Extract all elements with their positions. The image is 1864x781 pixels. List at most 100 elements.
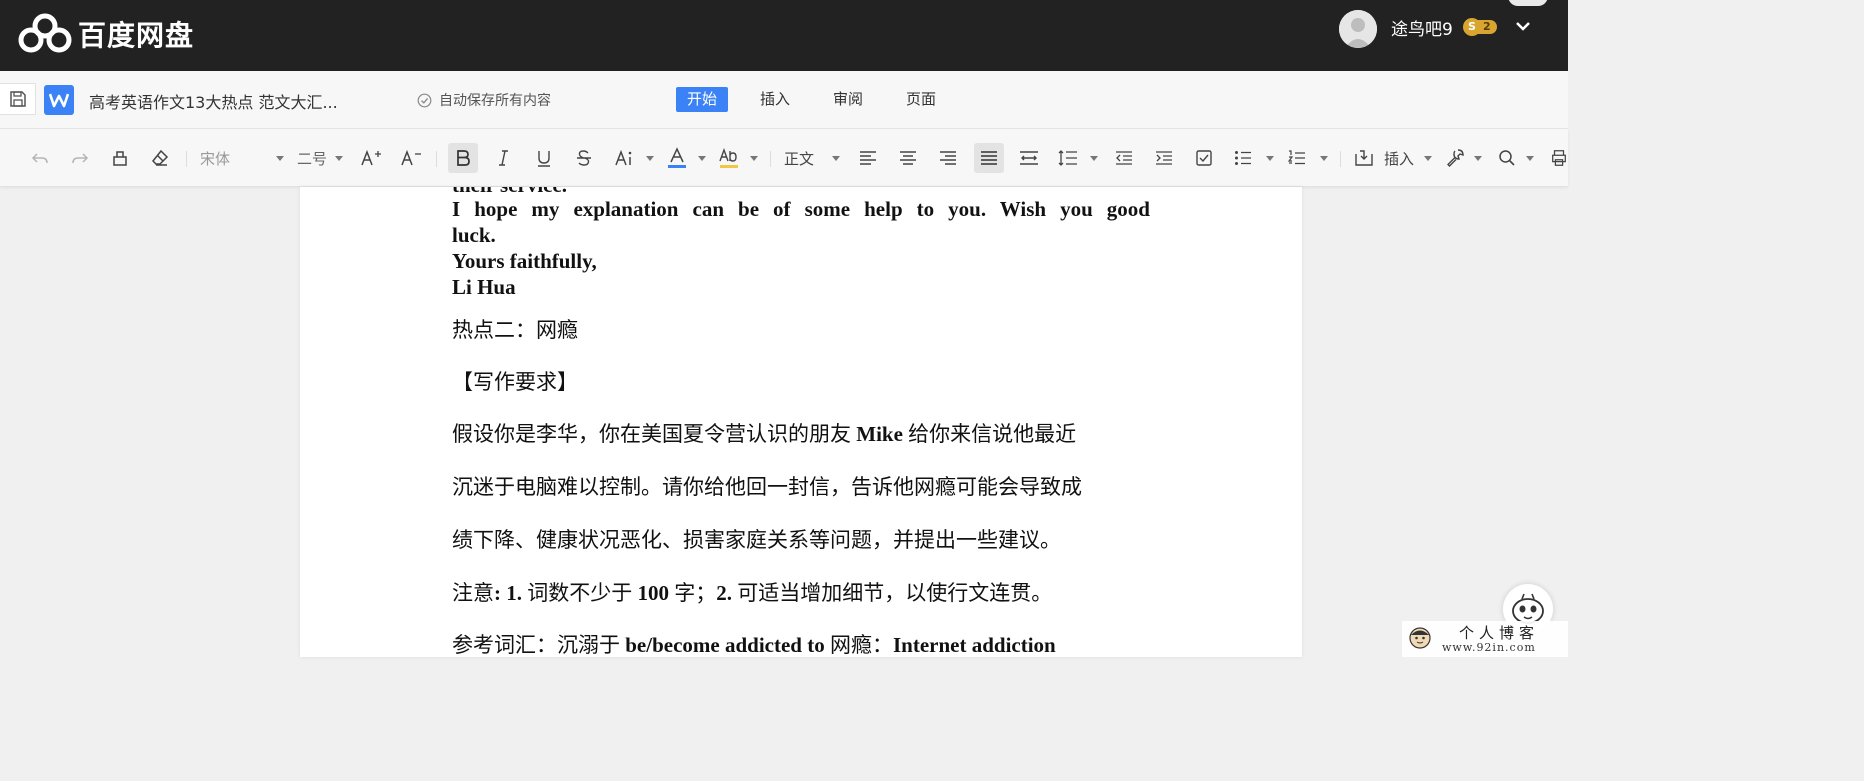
indent-icon [1156,151,1172,165]
justify-button[interactable] [974,143,1004,173]
username[interactable]: 途鸟吧9 [1391,15,1453,40]
text-span: 注意 [452,581,494,605]
checklist-button[interactable] [1192,143,1216,173]
caret-down-icon [335,155,343,161]
caret-down-icon [1320,155,1328,161]
font-increase-icon [361,149,381,166]
redo-button[interactable] [68,143,92,173]
outdent-icon [1116,151,1132,165]
italic-icon [499,150,508,166]
align-right-button[interactable] [936,143,960,173]
strikethrough-icon [577,150,591,166]
font-name-select[interactable]: 宋体 [200,143,284,173]
corner-decoration [1508,0,1548,6]
undo-button[interactable] [28,143,52,173]
text-line: Yours faithfully, [452,249,597,273]
word-doc-icon [44,85,74,115]
text-line: I hope my explanation can be of some hel… [452,197,1150,221]
decrease-indent-button[interactable] [1112,143,1136,173]
format-painter-button[interactable] [108,143,132,173]
font-color-icon [668,147,686,168]
tab-start[interactable]: 开始 [676,87,729,112]
paragraph-line: 沉迷于电脑难以控制。请你给他回一封信，告诉他网瘾可能会导致成 [452,475,1082,499]
paragraph-line: 绩下降、健康状况恶化、损害家庭关系等问题，并提出一些建议。 [452,528,1061,552]
print-button[interactable] [1550,143,1568,173]
bullet-list-select[interactable] [1234,143,1274,173]
search-select[interactable] [1498,143,1534,173]
tools-select[interactable] [1446,143,1482,173]
distributed-align-button[interactable] [1017,143,1041,173]
text-effect-select[interactable] [614,143,654,173]
line-spacing-icon [1058,150,1077,166]
increase-indent-button[interactable] [1152,143,1176,173]
highlight-color-select[interactable] [718,143,758,173]
paragraph-style-select[interactable]: 正文 [784,143,840,173]
text-span-bold: be/become addicted to [625,633,825,657]
chevron-down-icon[interactable] [1514,17,1532,35]
check-circle-icon [417,93,432,107]
bold-button[interactable] [448,143,478,173]
clear-format-button[interactable] [148,143,172,173]
app-name: 百度网盘 [78,19,195,52]
tab-page[interactable]: 页面 [895,87,947,112]
toolbar-divider [770,151,771,167]
caret-down-icon [750,155,758,161]
text-span-bold: 2. [716,581,732,605]
wrench-icon [1447,149,1464,167]
underline-button[interactable] [532,143,556,173]
watermark-url: www.92in.com [1442,641,1536,654]
align-left-button[interactable] [856,143,880,173]
font-color-select[interactable] [666,143,706,173]
text-span-bold: : 1. [494,581,522,605]
text-line: Li Hua [452,275,516,299]
font-size-select[interactable]: 二号 [297,143,343,173]
numbered-list-select[interactable] [1288,143,1328,173]
caret-down-icon [1474,155,1482,161]
watermark-face-icon [1409,627,1431,649]
align-center-button[interactable] [896,143,920,173]
document-page[interactable]: their service. I hope my explanation can… [300,187,1302,657]
text-span: 字； [669,581,717,605]
save-button[interactable] [0,83,36,115]
text-span-bold: Internet addiction [892,633,1056,657]
text-effect-icon [615,149,632,166]
caret-down-icon [698,155,706,161]
insert-select[interactable]: 插入 [1354,143,1432,173]
increase-font-button[interactable] [358,143,384,173]
text-span-bold: 100 [637,581,670,605]
numbered-list-icon [1288,150,1305,165]
distribute-icon [1020,151,1038,165]
text-span: 词数不少于 [522,581,638,605]
vip-badge[interactable]: S 2 [1463,18,1497,36]
text-span-bold: Mike [851,422,909,446]
autosave-status: 自动保存所有内容 [417,90,551,110]
text-span: 可适当增加细节，以使行文连贯。 [732,581,1053,605]
redo-icon [72,153,89,164]
user-avatar[interactable] [1339,10,1377,48]
caret-down-icon [1090,155,1098,161]
caret-down-icon [276,155,284,161]
printer-icon [1552,150,1566,166]
bullet-list-icon [1235,151,1251,165]
font-size-value: 二号 [297,149,328,168]
italic-button[interactable] [492,143,516,173]
formatting-toolbar: 宋体 二号 正文 插入 [0,129,1568,187]
caret-down-icon [1423,155,1432,161]
tab-insert[interactable]: 插入 [749,87,801,112]
baidu-netdisk-logo[interactable]: 百度网盘 [18,12,194,56]
text-span: 给你来信说他最近 [908,422,1077,446]
highlight-icon [719,147,738,168]
vip-level: 2 [1477,20,1497,34]
tab-review[interactable]: 审阅 [822,87,874,112]
strikethrough-button[interactable] [572,143,596,173]
toolbar-divider [186,151,187,167]
vocab-line: 参考词汇：沉溺于 be/become addicted to 网瘾：Intern… [452,629,1056,657]
underline-icon [538,151,550,167]
paragraph-style-value: 正文 [784,149,815,168]
document-title[interactable]: 高考英语作文13大热点 范文大汇... [89,89,338,113]
font-decrease-icon [401,149,421,166]
decrease-font-button[interactable] [398,143,424,173]
insert-icon [1355,150,1373,166]
format-painter-icon [113,151,127,166]
line-spacing-select[interactable] [1058,143,1098,173]
